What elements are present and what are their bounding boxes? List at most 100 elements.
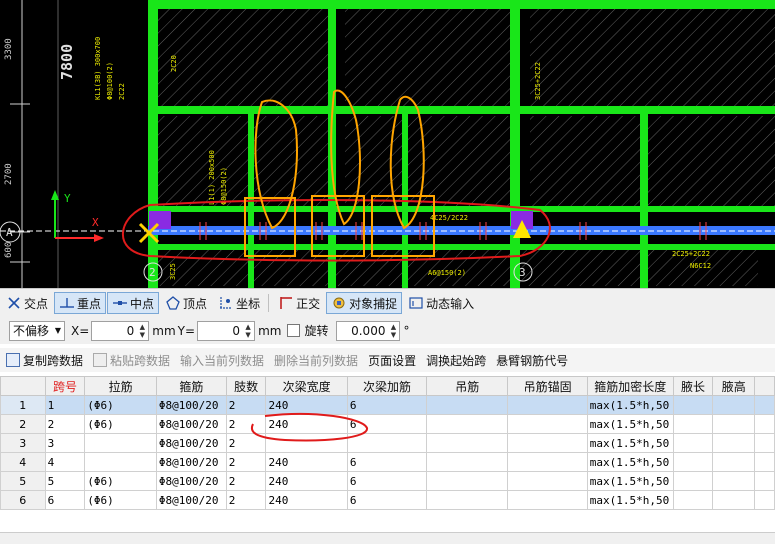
- cell-dense-len[interactable]: max(1.5*h,50: [586, 490, 674, 510]
- cell-extra[interactable]: [754, 452, 775, 472]
- cell-haunch-len[interactable]: [672, 414, 714, 434]
- orthogonal-button[interactable]: 正交: [273, 292, 325, 314]
- stirrup-dense-length-header[interactable]: 箍筋加密长度: [586, 376, 674, 396]
- snap-coincide-button[interactable]: 重点: [54, 292, 107, 314]
- cell-stirrup[interactable]: Φ8@100/20: [155, 490, 227, 510]
- cell-dense-len[interactable]: max(1.5*h,50: [586, 395, 674, 415]
- row-number-cell[interactable]: 4: [0, 452, 46, 472]
- cell-hanger-anchor[interactable]: [507, 414, 588, 434]
- row-number-cell[interactable]: 2: [0, 414, 46, 434]
- column-marker-left[interactable]: [149, 211, 171, 229]
- row-number-cell[interactable]: 5: [0, 471, 46, 491]
- cell-hanger-anchor[interactable]: [507, 471, 588, 491]
- rotate-angle-input[interactable]: 0.000 ▲ ▼: [336, 320, 401, 341]
- hanger-anchor-header[interactable]: 吊筋锚固: [507, 376, 588, 396]
- cell-haunch-h[interactable]: [712, 452, 756, 472]
- cell-sec-width[interactable]: 240: [265, 471, 348, 491]
- cell-stirrup[interactable]: Φ8@100/20: [155, 471, 227, 491]
- y-offset-input[interactable]: 0 ▲ ▼: [197, 320, 256, 341]
- cell-sec-add[interactable]: 6: [346, 452, 428, 472]
- cell-hanger-anchor[interactable]: [507, 452, 588, 472]
- cell-span[interactable]: 1: [44, 395, 86, 415]
- cell-hanger[interactable]: [426, 471, 509, 491]
- table-row[interactable]: 3 3 Φ8@100/20 2 max(1.5*h,50: [0, 433, 775, 453]
- cell-dense-len[interactable]: max(1.5*h,50: [586, 452, 674, 472]
- cell-haunch-h[interactable]: [712, 395, 756, 415]
- cell-tie[interactable]: [84, 452, 157, 472]
- cell-legs[interactable]: 2: [225, 471, 267, 491]
- cell-haunch-len[interactable]: [672, 433, 714, 453]
- cell-extra[interactable]: [754, 433, 775, 453]
- cell-haunch-h[interactable]: [712, 490, 756, 510]
- page-setup-button[interactable]: 页面设置: [368, 352, 416, 369]
- cell-legs[interactable]: 2: [225, 452, 267, 472]
- paste-span-data-button[interactable]: 粘贴跨数据: [110, 352, 170, 369]
- cell-sec-width[interactable]: 240: [265, 490, 348, 510]
- cell-span[interactable]: 3: [44, 433, 86, 453]
- cell-hanger[interactable]: [426, 433, 509, 453]
- cell-sec-width[interactable]: 240: [265, 452, 348, 472]
- delete-current-column-button[interactable]: 删除当前列数据: [274, 352, 358, 369]
- dynamic-input-button[interactable]: 动态输入: [403, 292, 479, 314]
- swap-start-span-button[interactable]: 调换起始跨: [426, 352, 486, 369]
- cell-haunch-h[interactable]: [712, 414, 756, 434]
- x-offset-input[interactable]: 0 ▲ ▼: [91, 320, 150, 341]
- cell-tie[interactable]: (Φ6): [84, 471, 157, 491]
- hanger-rebar-header[interactable]: 吊筋: [426, 376, 509, 396]
- snap-midpoint-button[interactable]: 中点: [107, 292, 160, 314]
- cell-haunch-len[interactable]: [672, 471, 714, 491]
- cell-legs[interactable]: 2: [225, 490, 267, 510]
- cell-dense-len[interactable]: max(1.5*h,50: [586, 414, 674, 434]
- cell-extra[interactable]: [754, 490, 775, 510]
- cell-span[interactable]: 4: [44, 452, 86, 472]
- cantilever-rebar-code-button[interactable]: 悬臂钢筋代号: [496, 352, 568, 369]
- haunch-length-header[interactable]: 腋长: [672, 376, 714, 396]
- cell-haunch-h[interactable]: [712, 433, 756, 453]
- cell-stirrup[interactable]: Φ8@100/20: [155, 433, 227, 453]
- cell-span[interactable]: 5: [44, 471, 86, 491]
- cell-hanger[interactable]: [426, 452, 509, 472]
- cell-haunch-len[interactable]: [672, 490, 714, 510]
- object-snap-button[interactable]: 对象捕捉: [326, 292, 403, 314]
- cell-tie[interactable]: (Φ6): [84, 490, 157, 510]
- table-row[interactable]: 2 2 (Φ6) Φ8@100/20 2 240 6 max(1.5*h,50: [0, 414, 775, 434]
- cell-hanger[interactable]: [426, 395, 509, 415]
- snap-intersection-button[interactable]: 交点: [1, 292, 53, 314]
- horizontal-scrollbar[interactable]: [0, 532, 775, 544]
- cell-hanger-anchor[interactable]: [507, 395, 588, 415]
- table-row[interactable]: 5 5 (Φ6) Φ8@100/20 2 240 6 max(1.5*h,50: [0, 471, 775, 491]
- rotate-angle-spinner[interactable]: ▲ ▼: [388, 323, 398, 339]
- cell-span[interactable]: 6: [44, 490, 86, 510]
- tie-header[interactable]: 拉筋: [84, 376, 157, 396]
- table-row[interactable]: 4 4 Φ8@100/20 2 240 6 max(1.5*h,50: [0, 452, 775, 472]
- table-row[interactable]: 6 6 (Φ6) Φ8@100/20 2 240 6 max(1.5*h,50: [0, 490, 775, 510]
- snap-vertex-button[interactable]: 顶点: [160, 292, 212, 314]
- x-offset-spinner[interactable]: ▲ ▼: [137, 323, 147, 339]
- table-row[interactable]: 1 1 (Φ6) Φ8@100/20 2 240 6 max(1.5*h,50: [0, 395, 775, 415]
- cell-extra[interactable]: [754, 414, 775, 434]
- cell-sec-add[interactable]: 6: [346, 471, 428, 491]
- offset-mode-select[interactable]: 不偏移 ▼: [9, 320, 65, 341]
- row-number-cell[interactable]: 1: [0, 395, 46, 415]
- secondary-beam-width-header[interactable]: 次梁宽度: [265, 376, 348, 396]
- stirrup-header[interactable]: 箍筋: [155, 376, 227, 396]
- cell-hanger[interactable]: [426, 414, 509, 434]
- cad-drawing-canvas[interactable]: 3300 2700 600 7800 KL1(3B) 300x700 Φ8@10…: [0, 0, 775, 288]
- cell-extra[interactable]: [754, 395, 775, 415]
- row-number-cell[interactable]: 3: [0, 433, 46, 453]
- cell-stirrup[interactable]: Φ8@100/20: [155, 414, 227, 434]
- legs-header[interactable]: 肢数: [225, 376, 267, 396]
- cell-sec-add[interactable]: 6: [346, 490, 428, 510]
- cell-haunch-len[interactable]: [672, 395, 714, 415]
- secondary-beam-add-rebar-header[interactable]: 次梁加筋: [346, 376, 428, 396]
- cell-hanger-anchor[interactable]: [507, 490, 588, 510]
- span-number-header[interactable]: 跨号: [44, 376, 86, 396]
- haunch-height-header[interactable]: 腋高: [712, 376, 756, 396]
- cell-tie[interactable]: (Φ6): [84, 414, 157, 434]
- cell-haunch-len[interactable]: [672, 452, 714, 472]
- cell-stirrup[interactable]: Φ8@100/20: [155, 452, 227, 472]
- rotate-checkbox[interactable]: [287, 324, 301, 337]
- cell-hanger-anchor[interactable]: [507, 433, 588, 453]
- cell-dense-len[interactable]: max(1.5*h,50: [586, 471, 674, 491]
- cell-dense-len[interactable]: max(1.5*h,50: [586, 433, 674, 453]
